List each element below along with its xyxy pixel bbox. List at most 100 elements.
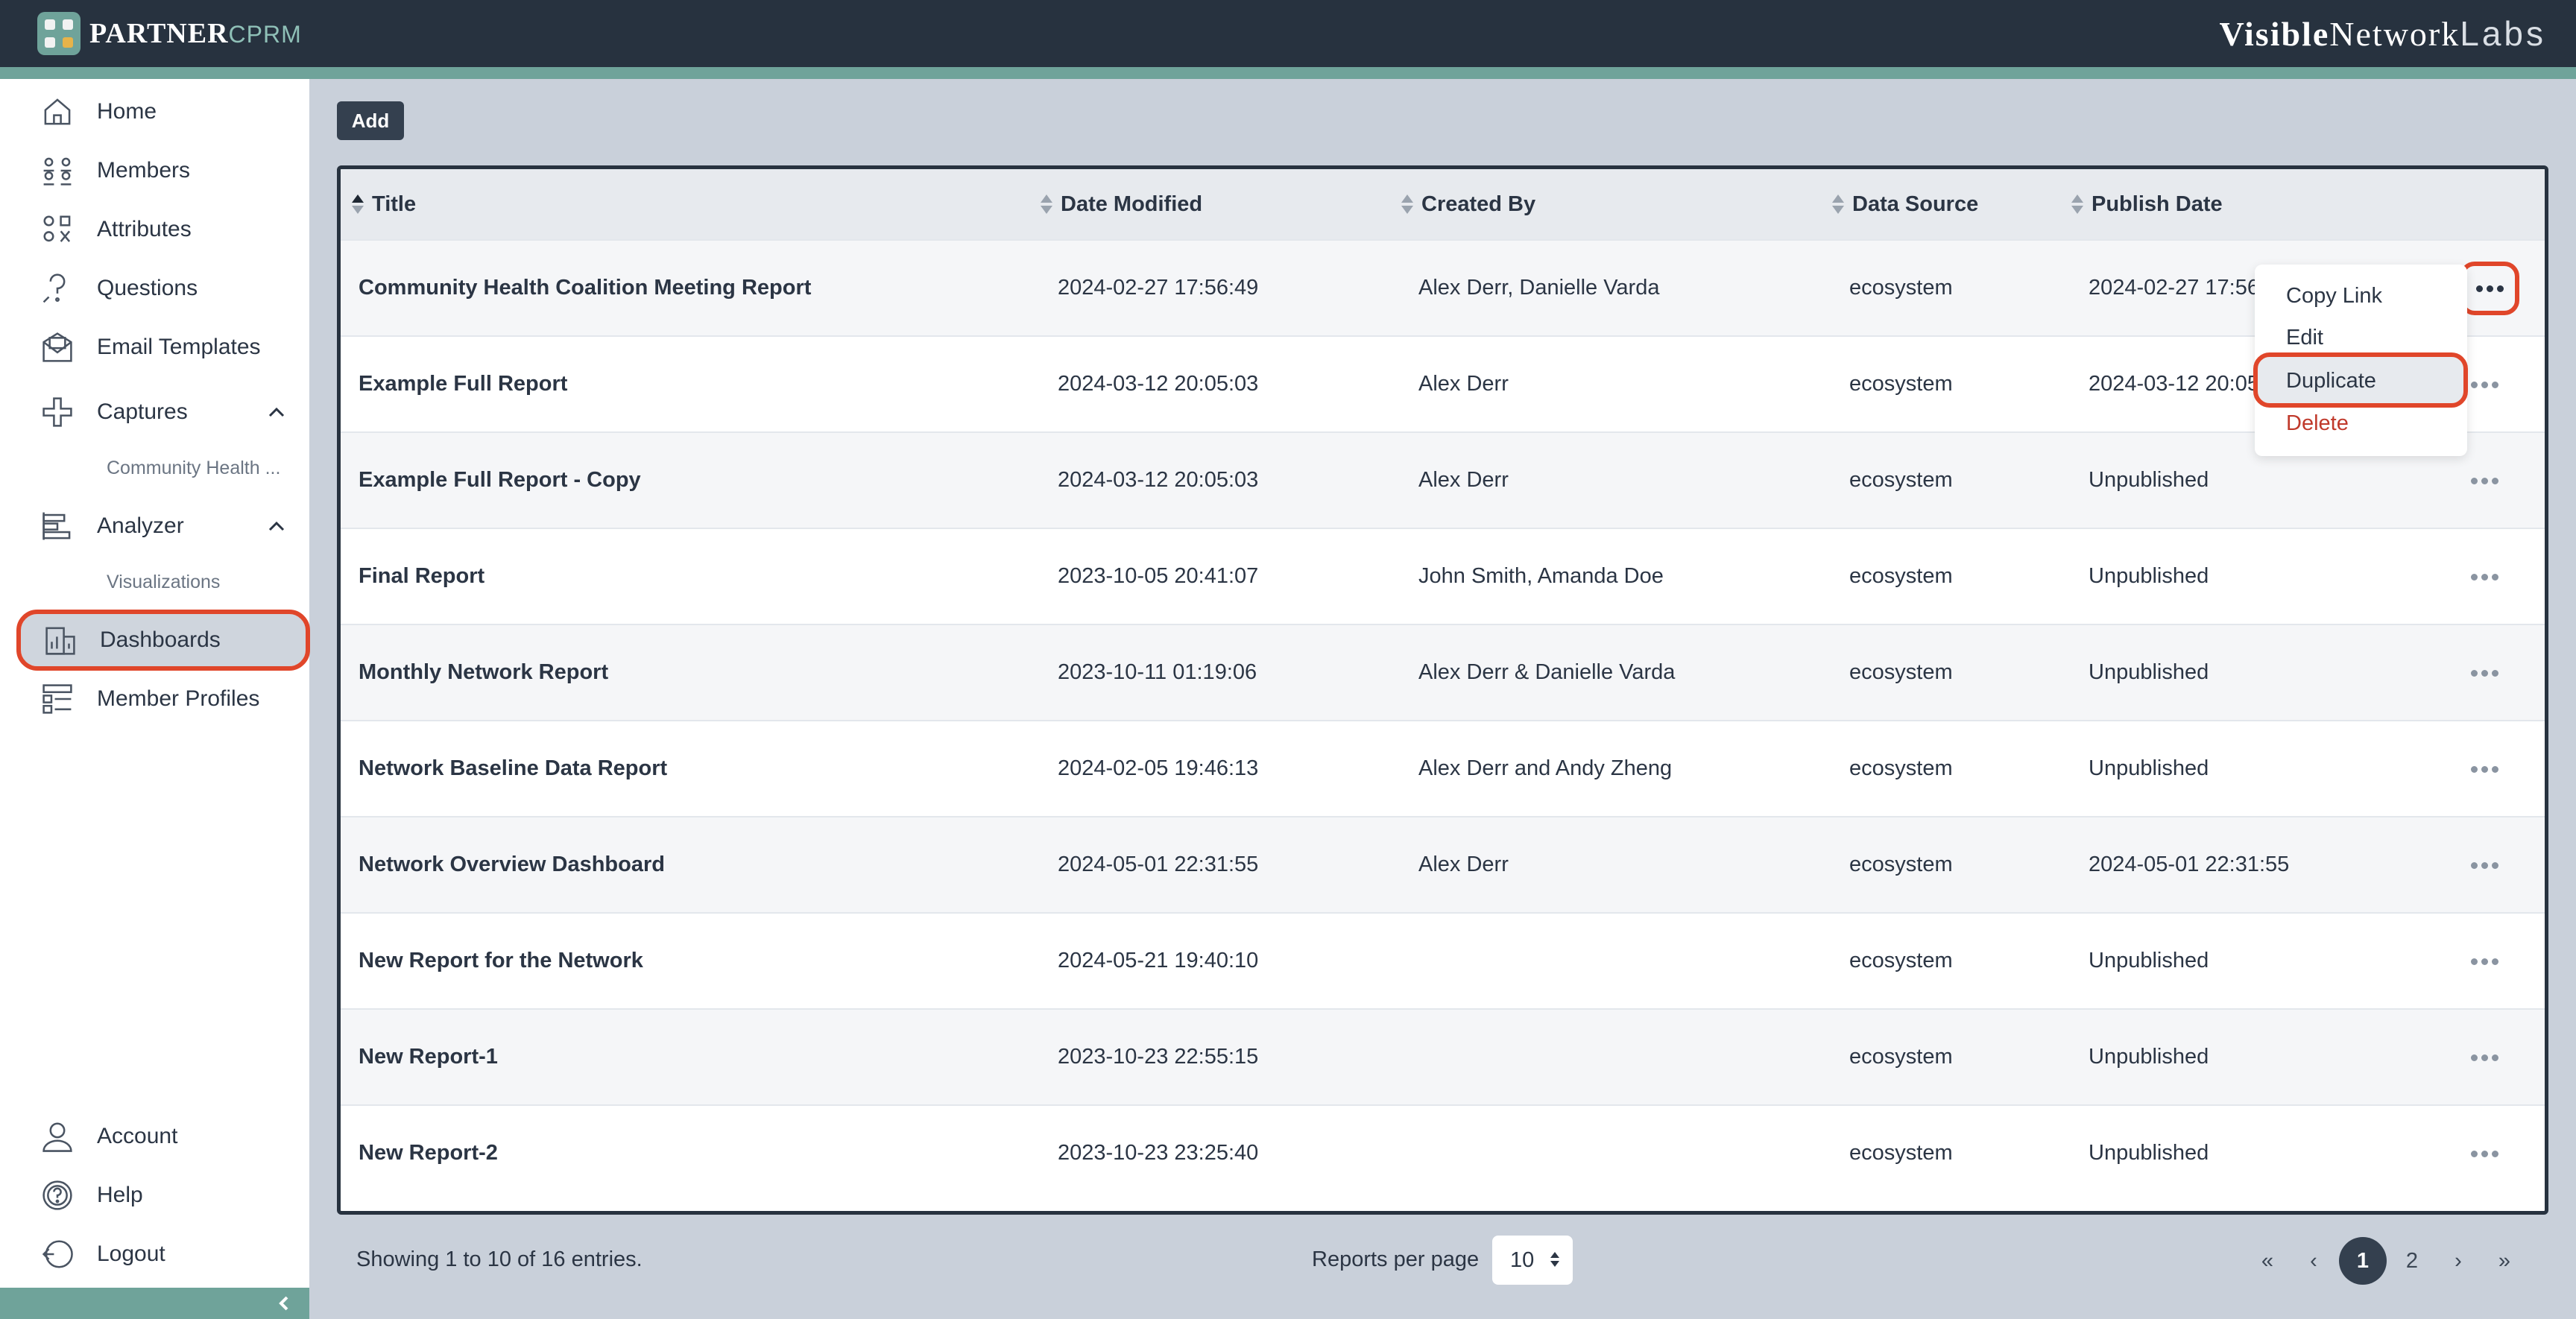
app-logo[interactable]: PARTNERCPRM [37,12,302,55]
more-actions-icon[interactable] [2464,1137,2504,1170]
more-actions-icon[interactable] [2464,753,2504,785]
cell-created-by: Alex Derr, Danielle Varda [1418,276,1660,300]
cell-date-modified: 2024-03-12 20:05:03 [1058,372,1259,396]
cell-data-source: ecosystem [1849,1141,1953,1165]
chevron-left-icon[interactable] [277,1295,293,1312]
sidebar-item-dashboards[interactable]: Dashboards [16,610,310,671]
chevron-up-icon[interactable] [265,515,288,537]
row-actions-menu: Copy Link Edit Duplicate Delete [2253,265,2468,456]
sidebar-item-members[interactable]: Members [18,145,309,197]
sidebar-item-member-profiles[interactable]: Member Profiles [18,673,309,725]
sidebar-subitem-community-health[interactable]: Community Health ... [107,458,280,479]
cell-data-source: ecosystem [1849,372,1953,396]
sidebar-item-label: Questions [97,276,198,300]
cell-date-modified: 2024-05-21 19:40:10 [1058,949,1259,972]
pager-last[interactable]: » [2491,1237,2518,1285]
cell-data-source: ecosystem [1849,564,1953,588]
column-header-publish-date[interactable]: Publish Date [2071,169,2223,239]
pager-page-1[interactable]: 1 [2339,1237,2387,1285]
table-row[interactable]: Network Overview Dashboard 2024-05-01 22:… [341,816,2545,912]
cell-created-by: Alex Derr [1418,468,1509,492]
sidebar-collapse-bar[interactable] [0,1288,309,1319]
sidebar-item-label: Captures [97,399,188,424]
more-actions-icon[interactable] [2464,657,2504,689]
table-row[interactable]: Example Full Report - Copy 2024-03-12 20:… [341,431,2545,528]
entries-summary: Showing 1 to 10 of 16 entries. [356,1247,643,1271]
pager-first[interactable]: « [2254,1237,2281,1285]
more-actions-icon[interactable] [2464,849,2504,882]
cell-date-modified: 2023-10-23 23:25:40 [1058,1141,1259,1165]
more-actions-icon[interactable] [2464,945,2504,978]
column-header-data-source[interactable]: Data Source [1831,169,1978,239]
table-row[interactable]: New Report-1 2023-10-23 22:55:15 ecosystem… [341,1008,2545,1104]
cell-created-by: Alex Derr [1418,853,1509,876]
brand-part3: Labs [2460,14,2546,53]
pager-page-2[interactable]: 2 [2397,1237,2427,1285]
menu-item-delete[interactable]: Delete [2286,411,2349,436]
sidebar-item-account[interactable]: Account [18,1110,309,1163]
cell-title[interactable]: Monthly Network Report [359,625,608,720]
sort-icon [1401,193,1414,215]
pager-next[interactable]: › [2445,1237,2472,1285]
cell-publish-date: Unpublished [2089,756,2209,780]
sidebar-item-captures[interactable]: Captures [18,386,309,438]
dashboards-icon [43,623,78,657]
sidebar-item-logout[interactable]: Logout [18,1228,309,1280]
sidebar-item-help[interactable]: Help [18,1169,309,1221]
chevron-up-icon[interactable] [265,401,288,423]
table-row[interactable]: New Report for the Network 2024-05-21 19:… [341,912,2545,1008]
more-actions-icon[interactable] [2464,1041,2504,1074]
column-header-date-modified[interactable]: Date Modified [1040,169,1202,239]
sidebar-item-email-templates[interactable]: Email Templates [18,321,309,373]
pager-prev[interactable]: ‹ [2300,1237,2327,1285]
column-header-label: Publish Date [2092,192,2223,216]
more-actions-icon[interactable] [2460,262,2519,315]
more-actions-icon[interactable] [2464,560,2504,593]
cell-title[interactable]: Example Full Report - Copy [359,433,641,528]
sidebar-subitem-visualizations[interactable]: Visualizations [107,572,220,593]
sidebar-item-home[interactable]: Home [18,86,309,138]
table-row[interactable]: Example Full Report 2024-03-12 20:05:03 Al… [341,335,2545,431]
per-page-select[interactable]: 10 [1492,1236,1573,1285]
members-icon [40,154,75,188]
cell-publish-date: Unpublished [2089,1045,2209,1069]
sidebar-item-label: Home [97,99,157,124]
select-arrows-icon [1550,1252,1559,1268]
table-row[interactable]: Network Baseline Data Report 2024-02-05 1… [341,720,2545,816]
cell-title[interactable]: Example Full Report [359,337,567,431]
email-icon [40,330,75,364]
menu-item-edit[interactable]: Edit [2286,326,2323,350]
cell-title[interactable]: Network Overview Dashboard [359,817,665,912]
sidebar-item-questions[interactable]: Questions [18,262,309,314]
column-header-title[interactable]: Title [351,169,416,239]
cell-title[interactable]: Final Report [359,529,484,624]
more-actions-icon[interactable] [2464,464,2504,497]
add-button[interactable]: Add [337,101,404,140]
more-actions-icon[interactable] [2464,368,2504,401]
table-row[interactable]: Final Report 2023-10-05 20:41:07 John Smit… [341,528,2545,624]
cell-title[interactable]: Network Baseline Data Report [359,721,667,816]
table-row[interactable]: New Report-2 2023-10-23 23:25:40 ecosystem… [341,1104,2545,1201]
menu-item-copy-link[interactable]: Copy Link [2286,284,2382,309]
column-header-created-by[interactable]: Created By [1401,169,1535,239]
menu-item-duplicate[interactable]: Duplicate [2286,369,2376,393]
cell-date-modified: 2024-02-27 17:56:49 [1058,276,1259,300]
cell-title[interactable]: New Report-1 [359,1010,498,1104]
cell-data-source: ecosystem [1849,853,1953,876]
cell-created-by: John Smith, Amanda Doe [1418,564,1664,588]
cell-title[interactable]: Community Health Coalition Meeting Repor… [359,241,811,335]
sidebar-item-label: Attributes [97,217,192,241]
sidebar-item-attributes[interactable]: Attributes [18,203,309,256]
cell-title[interactable]: New Report-2 [359,1106,498,1201]
cell-title[interactable]: New Report for the Network [359,914,643,1008]
table-row[interactable]: Monthly Network Report 2023-10-11 01:19:0… [341,624,2545,720]
sidebar-item-label: Email Templates [97,335,261,359]
table-row[interactable]: Community Health Coalition Meeting Repor… [341,239,2545,335]
sidebar-item-analyzer[interactable]: Analyzer [18,500,309,552]
sort-icon [2071,193,2084,215]
cell-publish-date: 2024-03-12 20:05 [2089,372,2259,396]
sidebar-item-label: Analyzer [97,513,184,538]
header-stripe [0,67,2576,79]
cell-data-source: ecosystem [1849,1045,1953,1069]
per-page-value: 10 [1510,1247,1535,1272]
